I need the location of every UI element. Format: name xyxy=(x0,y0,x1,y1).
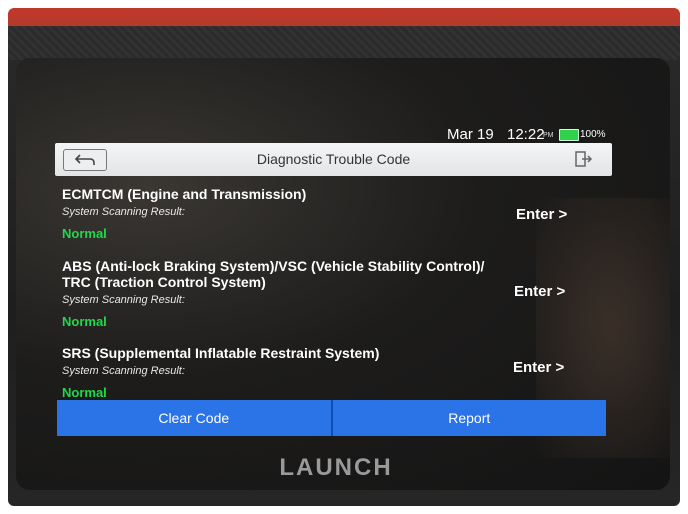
status-time: 12:22 xyxy=(507,126,545,143)
enter-button-ecmtcm[interactable]: Enter > xyxy=(516,206,567,223)
system-name: ECMTCM (Engine and Transmission) xyxy=(62,186,307,202)
status-date: Mar 19 xyxy=(447,126,494,143)
system-result-label: System Scanning Result: xyxy=(62,365,185,377)
exit-icon xyxy=(575,151,593,167)
system-status: Normal xyxy=(62,385,107,400)
system-item-abs: ABS (Anti-lock Braking System)/VSC (Vehi… xyxy=(62,258,582,329)
status-bar: Mar 19 12:22 PM 100% xyxy=(40,122,612,144)
status-ampm: PM xyxy=(543,132,554,139)
system-status: Normal xyxy=(62,226,107,241)
page-title: Diagnostic Trouble Code xyxy=(256,151,411,167)
exit-button[interactable] xyxy=(567,149,601,169)
title-bar: Diagnostic Trouble Code xyxy=(55,143,612,176)
system-name: SRS (Supplemental Inflatable Restraint S… xyxy=(62,345,380,361)
system-result-label: System Scanning Result: xyxy=(62,294,185,306)
system-status: Normal xyxy=(62,314,107,329)
report-button[interactable]: Report xyxy=(330,400,606,436)
device-brand-logo: LAUNCH xyxy=(279,454,393,481)
enter-button-abs[interactable]: Enter > xyxy=(514,283,565,300)
system-item-ecmtcm: ECMTCM (Engine and Transmission) System … xyxy=(62,186,582,241)
clear-code-button[interactable]: Clear Code xyxy=(57,400,331,436)
action-bar: Clear Code Report xyxy=(57,400,606,436)
bezel-texture xyxy=(8,26,680,60)
enter-button-srs[interactable]: Enter > xyxy=(513,359,564,376)
battery-icon xyxy=(559,129,579,141)
system-item-srs: SRS (Supplemental Inflatable Restraint S… xyxy=(62,345,582,400)
system-name-line2: TRC (Traction Control System) xyxy=(62,274,266,290)
system-result-label: System Scanning Result: xyxy=(62,206,185,218)
system-name: ABS (Anti-lock Braking System)/VSC (Vehi… xyxy=(62,258,485,274)
battery-percent: 100% xyxy=(580,129,606,140)
